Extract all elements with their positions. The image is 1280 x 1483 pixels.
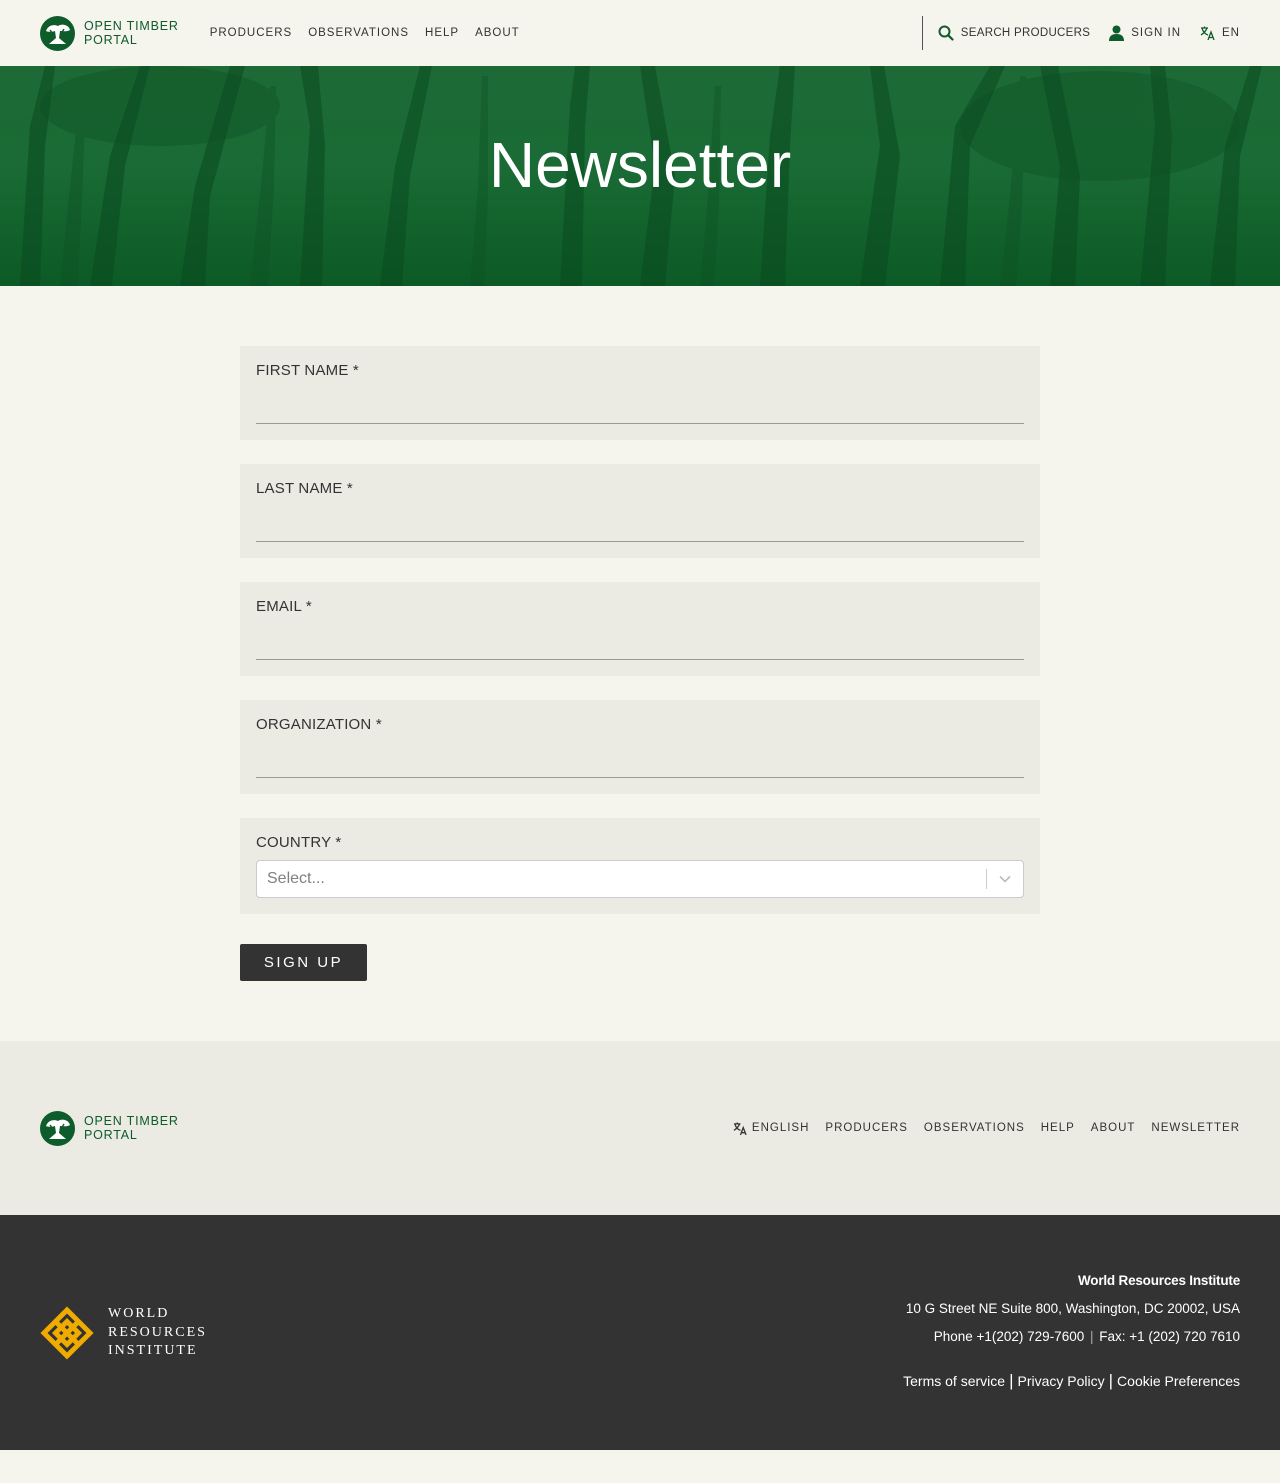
sign-up-button[interactable]: SIGN UP <box>240 944 367 981</box>
wri-fax: Fax: +1 (202) 720 7610 <box>1099 1329 1240 1344</box>
search-producers-button[interactable]: SEARCH PRODUCERS <box>938 25 1090 41</box>
first-name-field: FIRST NAME * <box>240 346 1040 440</box>
search-icon <box>938 25 954 41</box>
footer-nav-about[interactable]: ABOUT <box>1091 1122 1136 1134</box>
sign-in-label: SIGN IN <box>1131 27 1182 39</box>
header-logo[interactable]: OPEN TIMBER PORTAL <box>40 15 179 51</box>
wri-logo-line-1: WORLD <box>108 1306 170 1321</box>
first-name-input[interactable] <box>256 380 1024 424</box>
hero-banner: Newsletter <box>0 66 1280 286</box>
wri-phone-fax: Phone +1(202) 729-7600 | Fax: +1 (202) 7… <box>903 1329 1240 1344</box>
wri-footer: WORLD RESOURCES INSTITUTE World Resource… <box>0 1215 1280 1450</box>
terms-of-service-link[interactable]: Terms of service <box>903 1373 1005 1389</box>
country-placeholder: Select... <box>267 870 325 887</box>
cookie-preferences-link[interactable]: Cookie Preferences <box>1117 1373 1240 1389</box>
country-field: COUNTRY * Select... <box>240 818 1040 914</box>
legal-divider: | <box>1108 1371 1114 1390</box>
wri-org-name: World Resources Institute <box>1077 1273 1240 1288</box>
email-label: EMAIL * <box>256 598 312 615</box>
organization-input[interactable] <box>256 734 1024 778</box>
translate-icon <box>1200 26 1215 40</box>
footer-nav-help[interactable]: HELP <box>1041 1122 1075 1134</box>
footer-language-label: ENGLISH <box>751 1122 810 1134</box>
footer-logo[interactable]: OPEN TIMBER PORTAL <box>40 1110 179 1146</box>
last-name-input[interactable] <box>256 498 1024 542</box>
email-field: EMAIL * <box>240 582 1040 676</box>
language-label: EN <box>1222 27 1240 39</box>
main-nav: PRODUCERS OBSERVATIONS HELP ABOUT <box>210 27 536 39</box>
footer-logo-line-2: PORTAL <box>84 1128 138 1142</box>
footer-nav-bar: OPEN TIMBER PORTAL ENGLISH PRODUCERS OBS… <box>0 1041 1280 1215</box>
sign-in-button[interactable]: SIGN IN <box>1109 25 1181 41</box>
wri-logo[interactable]: WORLD RESOURCES INSTITUTE <box>40 1305 207 1361</box>
footer-language-link[interactable]: ENGLISH <box>733 1121 810 1135</box>
first-name-label: FIRST NAME * <box>256 362 359 379</box>
page-title: Newsletter <box>488 129 792 201</box>
footer-logo-wordmark: OPEN TIMBER PORTAL <box>84 1114 179 1142</box>
footer-logo-line-1: OPEN TIMBER <box>84 1114 179 1128</box>
wri-contact-info: World Resources Institute 10 G Street NE… <box>903 1273 1240 1391</box>
last-name-field: LAST NAME * <box>240 464 1040 558</box>
footer-nav-newsletter[interactable]: NEWSLETTER <box>1151 1122 1240 1134</box>
legal-links: Terms of service | Privacy Policy | Cookie P… <box>903 1371 1240 1391</box>
wri-logo-icon <box>40 1306 94 1360</box>
language-selector[interactable]: EN <box>1200 26 1240 40</box>
country-select[interactable]: Select... <box>256 860 1024 898</box>
footer-nav-producers[interactable]: PRODUCERS <box>825 1122 907 1134</box>
nav-producers[interactable]: PRODUCERS <box>210 27 292 39</box>
nav-about[interactable]: ABOUT <box>475 27 520 39</box>
logo-line-2: PORTAL <box>84 33 138 47</box>
nav-observations[interactable]: OBSERVATIONS <box>308 27 409 39</box>
privacy-policy-link[interactable]: Privacy Policy <box>1017 1373 1104 1389</box>
tree-logo-icon <box>40 1110 75 1146</box>
country-label: COUNTRY * <box>256 834 342 851</box>
wri-logo-line-3: INSTITUTE <box>108 1343 198 1358</box>
site-header: OPEN TIMBER PORTAL PRODUCERS OBSERVATION… <box>0 0 1280 66</box>
nav-help[interactable]: HELP <box>425 27 459 39</box>
search-producers-label: SEARCH PRODUCERS <box>960 27 1091 39</box>
logo-wordmark: OPEN TIMBER PORTAL <box>84 19 179 47</box>
newsletter-form: FIRST NAME * LAST NAME * EMAIL * ORGANIZ… <box>0 286 1280 1041</box>
wri-logo-line-2: RESOURCES <box>108 1324 207 1340</box>
organization-label: ORGANIZATION * <box>256 716 382 733</box>
pipe-divider: | <box>1089 1329 1094 1344</box>
footer-nav: ENGLISH PRODUCERS OBSERVATIONS HELP ABOU… <box>733 1121 1240 1135</box>
tree-logo-icon <box>40 15 75 51</box>
header-actions: SEARCH PRODUCERS SIGN IN EN <box>921 16 1240 50</box>
translate-icon <box>733 1121 747 1135</box>
user-icon <box>1109 25 1125 41</box>
legal-divider: | <box>1009 1371 1014 1390</box>
email-input[interactable] <box>256 616 1024 660</box>
organization-field: ORGANIZATION * <box>240 700 1040 794</box>
wri-phone: Phone +1(202) 729-7600 <box>933 1329 1085 1344</box>
footer-nav-observations[interactable]: OBSERVATIONS <box>924 1122 1025 1134</box>
wri-wordmark: WORLD RESOURCES INSTITUTE <box>108 1305 207 1361</box>
logo-line-1: OPEN TIMBER <box>84 19 179 33</box>
last-name-label: LAST NAME * <box>256 480 353 497</box>
chevron-down-icon[interactable] <box>987 875 1023 883</box>
wri-address: 10 G Street NE Suite 800, Washington, DC… <box>905 1301 1240 1316</box>
